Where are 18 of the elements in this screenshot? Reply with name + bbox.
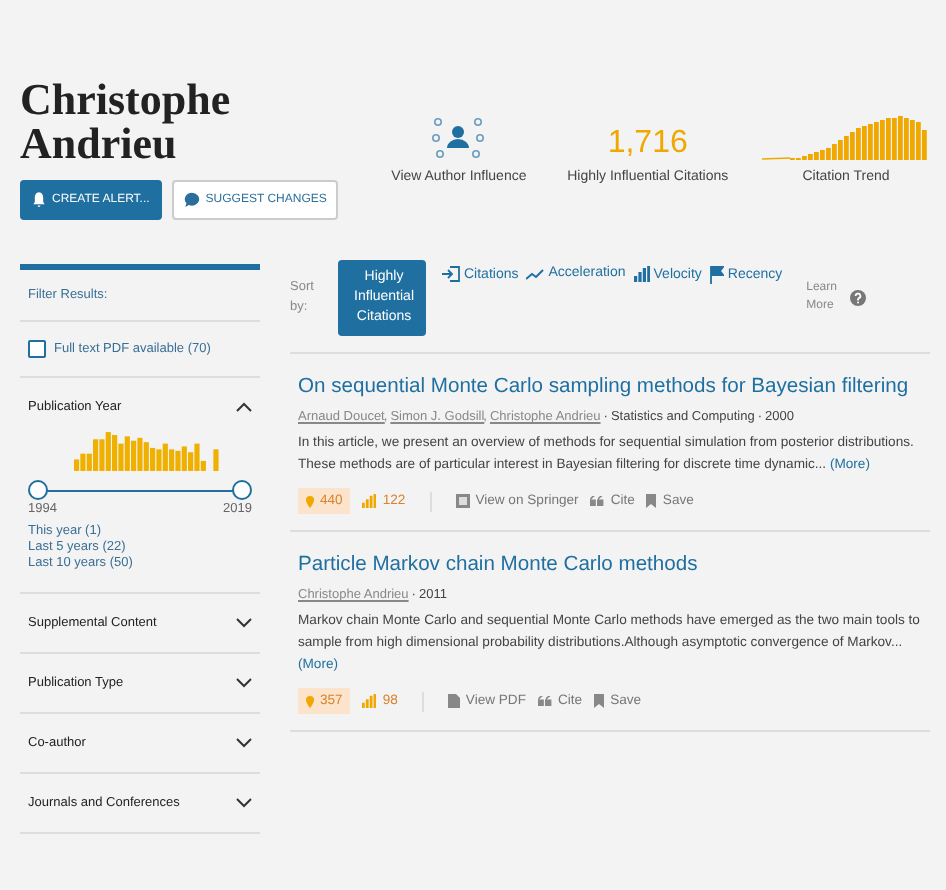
bookmark-icon (594, 694, 605, 709)
paper-title-link[interactable]: On sequential Monte Carlo sampling methods for Bayesian filtering (298, 376, 930, 399)
square-icon (455, 494, 470, 509)
flag-icon (709, 266, 724, 284)
bookmark-icon (646, 494, 657, 509)
author-name: Christophe Andrieu (20, 78, 233, 166)
year-range-slider[interactable] (28, 480, 252, 500)
author-network-icon[interactable] (430, 116, 487, 160)
citation-count: 1,716 (607, 128, 688, 160)
help-icon[interactable] (850, 290, 867, 307)
bell-icon (32, 192, 46, 208)
quote-icon (590, 496, 605, 507)
quote-icon (538, 696, 552, 707)
speech-bubble-icon (183, 192, 200, 208)
paper-title-link[interactable]: Particle Markov chain Monte Carlo methods (298, 554, 930, 577)
trend-line-icon (526, 267, 545, 279)
document-icon (447, 694, 460, 709)
bar-chart-icon (633, 266, 650, 282)
